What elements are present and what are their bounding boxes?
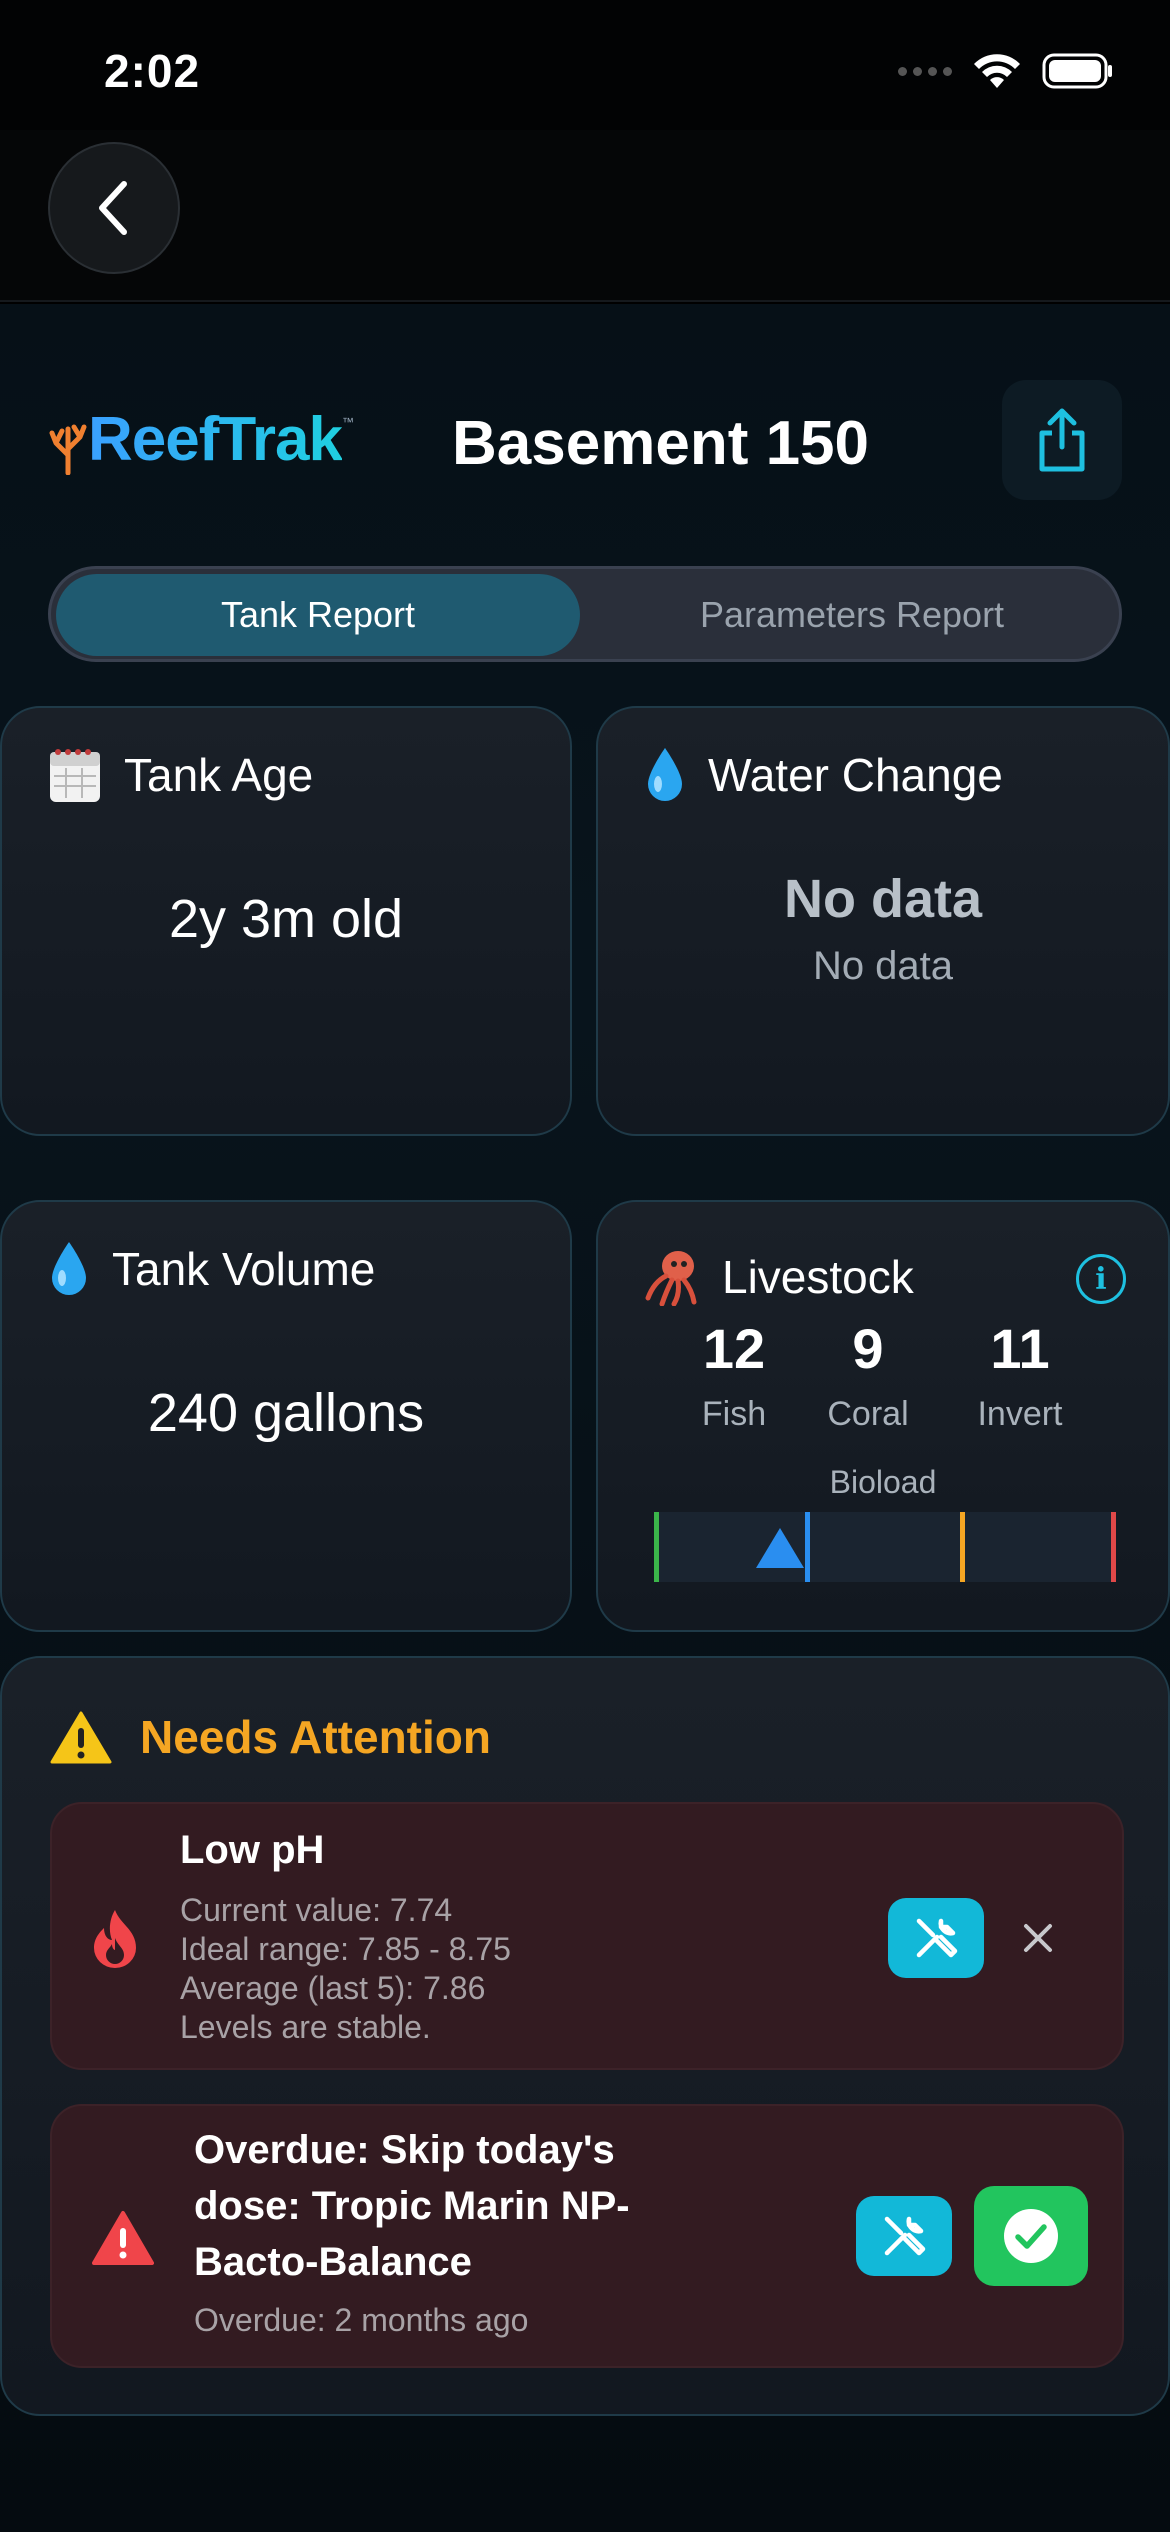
checkmark-circle-icon [1004, 2209, 1058, 2263]
alert-trend: Levels are stable. [180, 2009, 431, 2045]
bioload-tick-max [1111, 1512, 1116, 1582]
coral-label: Coral [827, 1395, 909, 1433]
navigation-bar [0, 130, 1170, 302]
alert-title: Low pH [180, 1828, 325, 1872]
stat-coral: 9 Coral [788, 1316, 948, 1434]
invert-label: Invert [977, 1395, 1063, 1433]
share-button[interactable] [1002, 380, 1122, 500]
livestock-label: Livestock [722, 1251, 914, 1303]
tank-volume-label: Tank Volume [112, 1243, 376, 1295]
water-change-label: Water Change [708, 749, 1003, 801]
tank-volume-value: 240 gallons [147, 1383, 425, 1443]
reeftrak-logo: ReefTrak ™ [48, 404, 354, 475]
coral-count: 9 [852, 1317, 884, 1380]
tank-report-content: ReefTrak ™ Basement 150 Tank Report Para… [0, 304, 1170, 2532]
report-tabs: Tank Report Parameters Report [48, 566, 1122, 662]
alert-current-value: Current value: 7.74 [180, 1892, 453, 1928]
needs-attention-label: Needs Attention [140, 1711, 491, 1763]
bioload-label: Bioload [829, 1464, 937, 1500]
water-change-title: Water Change [644, 746, 1003, 804]
dismiss-button[interactable] [1008, 1908, 1068, 1968]
alert-title-line-3: Bacto-Balance [194, 2240, 472, 2284]
tab-tank-report[interactable]: Tank Report [56, 574, 580, 656]
tank-volume-card[interactable]: Tank Volume 240 gallons [0, 1200, 572, 1632]
status-bar: 2:02 [0, 0, 1170, 150]
share-icon [1039, 408, 1085, 472]
battery-icon [1042, 53, 1114, 89]
tab-parameters-report[interactable]: Parameters Report [587, 574, 1117, 656]
bioload-marker [756, 1528, 804, 1568]
logo-text: ReefTrak [88, 405, 343, 474]
alert-overdue-dose[interactable]: Overdue: Skip today's dose: Tropic Marin… [50, 2104, 1124, 2368]
bioload-bar [654, 1512, 1116, 1582]
page-header: ReefTrak ™ Basement 150 [48, 380, 1122, 500]
alert-ideal-range: Ideal range: 7.85 - 8.75 [180, 1931, 511, 1967]
bioload-tick-low [654, 1512, 659, 1582]
alert-title-line-2: dose: Tropic Marin NP- [194, 2184, 630, 2228]
tank-age-title: Tank Age [48, 746, 313, 804]
logo-trademark: ™ [341, 415, 354, 429]
coral-icon [49, 424, 87, 475]
water-change-value: No data [783, 869, 983, 929]
tank-name: Basement 150 [452, 409, 870, 478]
tank-volume-title: Tank Volume [48, 1240, 375, 1298]
tank-age-label: Tank Age [124, 749, 314, 801]
invert-count: 11 [990, 1317, 1050, 1380]
warning-icon [92, 2210, 154, 2271]
wifi-icon [972, 52, 1022, 90]
chevron-left-icon [99, 181, 127, 235]
mark-done-button[interactable] [974, 2186, 1088, 2286]
alert-overdue-time: Overdue: 2 months ago [194, 2302, 529, 2338]
livestock-title: Livestock [644, 1248, 914, 1306]
tools-icon [916, 1918, 958, 1958]
info-icon[interactable]: i [1076, 1254, 1126, 1304]
tank-age-value: 2y 3m old [168, 889, 404, 949]
tank-age-card[interactable]: Tank Age 2y 3m old [0, 706, 572, 1136]
water-change-card[interactable]: Water Change No data No data [596, 706, 1170, 1136]
water-drop-icon [648, 748, 682, 801]
alert-title-line-1: Overdue: Skip today's [194, 2128, 615, 2172]
close-icon [1024, 1924, 1052, 1952]
stat-invert: 11 Invert [940, 1316, 1100, 1434]
status-icons [898, 52, 1114, 90]
water-drop-icon [52, 1242, 86, 1295]
water-change-subtext: No data [812, 944, 954, 988]
warning-icon [50, 1711, 112, 1764]
alert-average: Average (last 5): 7.86 [180, 1970, 486, 2006]
bioload-tick-high [960, 1512, 965, 1582]
fix-button[interactable] [888, 1898, 984, 1978]
back-button[interactable] [48, 142, 180, 274]
tools-icon [884, 2216, 926, 2256]
flame-icon [90, 1908, 140, 1973]
needs-attention-card: Needs Attention Low pH Current value: 7.… [0, 1656, 1170, 2416]
squid-icon [645, 1251, 697, 1306]
livestock-card[interactable]: Livestock i 12 Fish 9 Coral 11 Invert Bi… [596, 1200, 1170, 1632]
cellular-signal-icon [898, 66, 952, 76]
bioload-tick-moderate [805, 1512, 810, 1582]
status-time: 2:02 [104, 45, 201, 97]
alert-low-ph[interactable]: Low pH Current value: 7.74 Ideal range: … [50, 1802, 1124, 2070]
needs-attention-title: Needs Attention [50, 1710, 491, 1764]
calendar-icon [50, 749, 100, 802]
fix-button[interactable] [856, 2196, 952, 2276]
